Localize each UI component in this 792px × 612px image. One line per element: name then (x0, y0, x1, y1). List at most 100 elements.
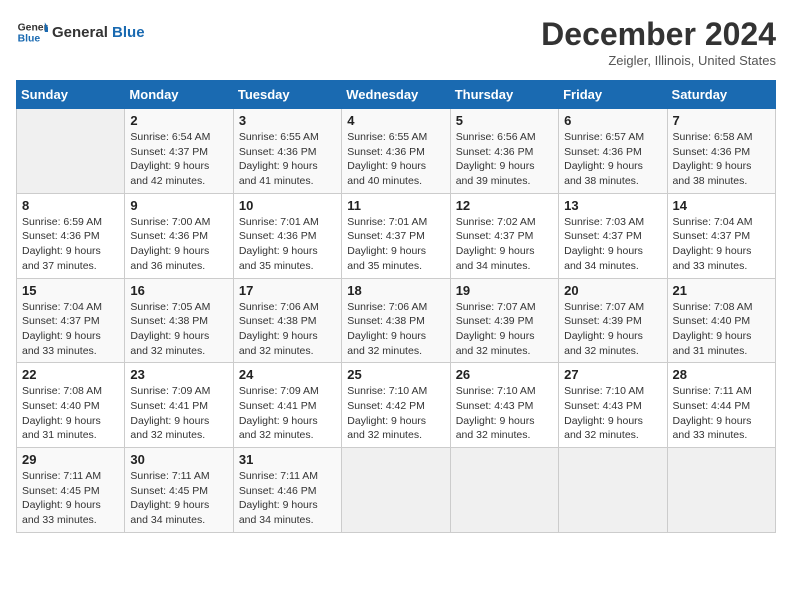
day-info: Sunrise: 6:55 AMSunset: 4:36 PMDaylight:… (239, 130, 336, 189)
day-info: Sunrise: 7:10 AMSunset: 4:43 PMDaylight:… (564, 384, 661, 443)
weekday-header-wednesday: Wednesday (342, 81, 450, 109)
day-number: 29 (22, 452, 119, 467)
calendar-cell: 9Sunrise: 7:00 AMSunset: 4:36 PMDaylight… (125, 193, 233, 278)
day-number: 11 (347, 198, 444, 213)
day-number: 24 (239, 367, 336, 382)
title-area: December 2024 Zeigler, Illinois, United … (541, 16, 776, 68)
calendar-cell (17, 109, 125, 194)
day-info: Sunrise: 6:56 AMSunset: 4:36 PMDaylight:… (456, 130, 553, 189)
day-info: Sunrise: 7:09 AMSunset: 4:41 PMDaylight:… (130, 384, 227, 443)
calendar-cell: 30 Sunrise: 7:11 AMSunset: 4:45 PMDayligh… (125, 448, 233, 533)
day-number: 6 (564, 113, 661, 128)
calendar-row-2: 8 Sunrise: 6:59 AMSunset: 4:36 PMDaylight… (17, 193, 776, 278)
day-info: Sunrise: 7:08 AMSunset: 4:40 PMDaylight:… (673, 300, 770, 359)
day-number: 4 (347, 113, 444, 128)
calendar-cell (559, 448, 667, 533)
day-info: Sunrise: 7:10 AMSunset: 4:43 PMDaylight:… (456, 384, 553, 443)
calendar-cell: 22Sunrise: 7:08 AMSunset: 4:40 PMDayligh… (17, 363, 125, 448)
day-info: Sunrise: 7:10 AMSunset: 4:42 PMDaylight:… (347, 384, 444, 443)
day-number: 22 (22, 367, 119, 382)
day-info: Sunrise: 7:02 AMSunset: 4:37 PMDaylight:… (456, 215, 553, 274)
calendar-cell: 16Sunrise: 7:05 AMSunset: 4:38 PMDayligh… (125, 278, 233, 363)
calendar-cell: 4Sunrise: 6:55 AMSunset: 4:36 PMDaylight… (342, 109, 450, 194)
day-number: 7 (673, 113, 770, 128)
day-number: 2 (130, 113, 227, 128)
day-number: 31 (239, 452, 336, 467)
location: Zeigler, Illinois, United States (541, 53, 776, 68)
day-number: 21 (673, 283, 770, 298)
logo-blue: Blue (112, 24, 145, 41)
calendar-cell: 28 Sunrise: 7:11 AMSunset: 4:44 PMDayligh… (667, 363, 775, 448)
calendar-cell: 20 Sunrise: 7:07 AMSunset: 4:39 PMDayligh… (559, 278, 667, 363)
calendar-cell: 25Sunrise: 7:10 AMSunset: 4:42 PMDayligh… (342, 363, 450, 448)
calendar-cell (450, 448, 558, 533)
day-info: Sunrise: 7:11 AMSunset: 4:45 PMDaylight:… (130, 469, 227, 528)
day-info: Sunrise: 7:09 AMSunset: 4:41 PMDaylight:… (239, 384, 336, 443)
weekday-header-tuesday: Tuesday (233, 81, 341, 109)
calendar-cell (342, 448, 450, 533)
calendar-cell: 18 Sunrise: 7:06 AMSunset: 4:38 PMDayligh… (342, 278, 450, 363)
weekday-header-thursday: Thursday (450, 81, 558, 109)
day-number: 12 (456, 198, 553, 213)
calendar-cell: 24 Sunrise: 7:09 AMSunset: 4:41 PMDayligh… (233, 363, 341, 448)
calendar-cell: 26 Sunrise: 7:10 AMSunset: 4:43 PMDayligh… (450, 363, 558, 448)
calendar-cell: 19Sunrise: 7:07 AMSunset: 4:39 PMDayligh… (450, 278, 558, 363)
day-info: Sunrise: 7:04 AMSunset: 4:37 PMDaylight:… (22, 300, 119, 359)
day-info: Sunrise: 7:07 AMSunset: 4:39 PMDaylight:… (456, 300, 553, 359)
day-number: 5 (456, 113, 553, 128)
day-number: 20 (564, 283, 661, 298)
calendar-cell: 6Sunrise: 6:57 AMSunset: 4:36 PMDaylight… (559, 109, 667, 194)
calendar-cell: 14 Sunrise: 7:04 AMSunset: 4:37 PMDayligh… (667, 193, 775, 278)
day-info: Sunrise: 7:01 AMSunset: 4:37 PMDaylight:… (347, 215, 444, 274)
calendar-cell: 21 Sunrise: 7:08 AMSunset: 4:40 PMDayligh… (667, 278, 775, 363)
day-info: Sunrise: 7:11 AMSunset: 4:46 PMDaylight:… (239, 469, 336, 528)
day-number: 17 (239, 283, 336, 298)
day-number: 23 (130, 367, 227, 382)
calendar-cell: 7 Sunrise: 6:58 AMSunset: 4:36 PMDaylight… (667, 109, 775, 194)
weekday-header-row: SundayMondayTuesdayWednesdayThursdayFrid… (17, 81, 776, 109)
weekday-header-saturday: Saturday (667, 81, 775, 109)
calendar-row-1: 2Sunrise: 6:54 AMSunset: 4:37 PMDaylight… (17, 109, 776, 194)
calendar-cell: 10Sunrise: 7:01 AMSunset: 4:36 PMDayligh… (233, 193, 341, 278)
day-number: 15 (22, 283, 119, 298)
weekday-header-sunday: Sunday (17, 81, 125, 109)
weekday-header-monday: Monday (125, 81, 233, 109)
weekday-header-friday: Friday (559, 81, 667, 109)
day-number: 18 (347, 283, 444, 298)
day-number: 8 (22, 198, 119, 213)
calendar-cell: 5 Sunrise: 6:56 AMSunset: 4:36 PMDaylight… (450, 109, 558, 194)
month-title: December 2024 (541, 16, 776, 53)
calendar-cell: 8 Sunrise: 6:59 AMSunset: 4:36 PMDaylight… (17, 193, 125, 278)
calendar-cell: 11 Sunrise: 7:01 AMSunset: 4:37 PMDayligh… (342, 193, 450, 278)
day-number: 10 (239, 198, 336, 213)
day-number: 28 (673, 367, 770, 382)
day-number: 30 (130, 452, 227, 467)
calendar-cell: 13 Sunrise: 7:03 AMSunset: 4:37 PMDayligh… (559, 193, 667, 278)
calendar-cell: 17 Sunrise: 7:06 AMSunset: 4:38 PMDayligh… (233, 278, 341, 363)
logo: General Blue General Blue (16, 16, 145, 48)
day-info: Sunrise: 7:06 AMSunset: 4:38 PMDaylight:… (239, 300, 336, 359)
calendar-row-3: 15 Sunrise: 7:04 AMSunset: 4:37 PMDayligh… (17, 278, 776, 363)
calendar-cell: 27 Sunrise: 7:10 AMSunset: 4:43 PMDayligh… (559, 363, 667, 448)
day-info: Sunrise: 7:06 AMSunset: 4:38 PMDaylight:… (347, 300, 444, 359)
day-number: 26 (456, 367, 553, 382)
day-info: Sunrise: 7:04 AMSunset: 4:37 PMDaylight:… (673, 215, 770, 274)
header: General Blue General Blue December 2024 … (16, 16, 776, 68)
calendar-row-4: 22Sunrise: 7:08 AMSunset: 4:40 PMDayligh… (17, 363, 776, 448)
day-info: Sunrise: 7:07 AMSunset: 4:39 PMDaylight:… (564, 300, 661, 359)
day-info: Sunrise: 7:11 AMSunset: 4:44 PMDaylight:… (673, 384, 770, 443)
day-number: 16 (130, 283, 227, 298)
calendar-cell: 2Sunrise: 6:54 AMSunset: 4:37 PMDaylight… (125, 109, 233, 194)
day-number: 27 (564, 367, 661, 382)
svg-text:Blue: Blue (18, 34, 41, 45)
calendar-cell (667, 448, 775, 533)
day-info: Sunrise: 7:03 AMSunset: 4:37 PMDaylight:… (564, 215, 661, 274)
calendar-cell: 23 Sunrise: 7:09 AMSunset: 4:41 PMDayligh… (125, 363, 233, 448)
calendar-row-5: 29 Sunrise: 7:11 AMSunset: 4:45 PMDayligh… (17, 448, 776, 533)
day-info: Sunrise: 6:59 AMSunset: 4:36 PMDaylight:… (22, 215, 119, 274)
day-number: 13 (564, 198, 661, 213)
calendar: SundayMondayTuesdayWednesdayThursdayFrid… (16, 80, 776, 533)
day-info: Sunrise: 7:00 AMSunset: 4:36 PMDaylight:… (130, 215, 227, 274)
day-number: 14 (673, 198, 770, 213)
day-info: Sunrise: 6:58 AMSunset: 4:36 PMDaylight:… (673, 130, 770, 189)
